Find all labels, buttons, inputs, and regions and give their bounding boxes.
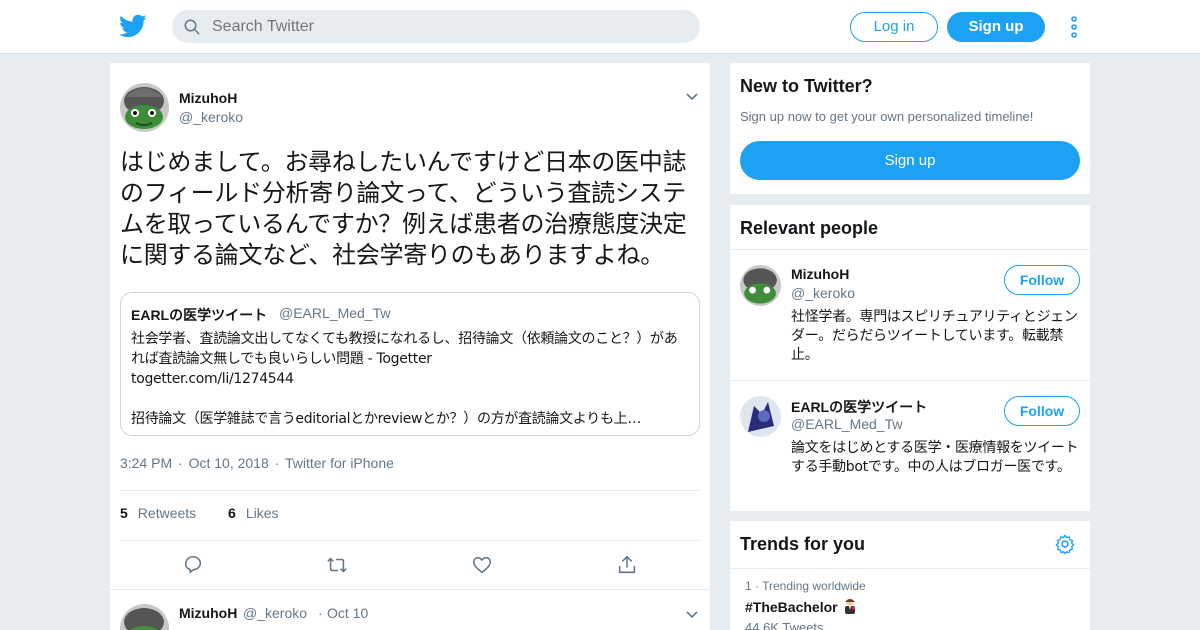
top-navigation-bar: Log in Sign up [0,0,1200,54]
follow-button[interactable]: Follow [1004,396,1080,426]
reply-tweet[interactable]: MizuhoH @_keroko · Oct 10 [110,590,710,630]
permalink-tweet: MizuhoH @_keroko はじめまして。お尋ねしたいんですけど日本の医中… [110,63,710,589]
retweets-count: 5 [120,505,128,521]
module-title: Relevant people [740,218,879,238]
reply-author-name[interactable]: MizuhoH [179,605,237,621]
reply-author-handle[interactable]: @_keroko [243,605,307,621]
module-title: New to Twitter? [740,76,873,96]
person-bio: 社怪学者。専門はスピリチュアリティとジェンダー。だらだらツイートしています。転載… [791,309,1078,363]
meta-separator: · [178,455,183,471]
tweet-metadata: 3:24 PM · Oct 10, 2018 · Twitter for iPh… [120,455,396,471]
login-button[interactable]: Log in [850,12,938,42]
tweet-stats: 5 Retweets 6 Likes [120,505,307,521]
search-bar[interactable] [172,10,700,43]
likes-label: Likes [245,505,279,521]
person-name[interactable]: EARLの医学ツイート [791,397,927,417]
chevron-down-icon[interactable] [685,610,699,620]
reply-icon[interactable] [182,554,204,576]
trend-tweet-count: 44.6K Tweets [745,620,824,630]
author-handle[interactable]: @_keroko [179,109,243,125]
search-icon [184,19,200,35]
trend-rank: 1 · Trending worldwide [745,579,866,593]
signup-module: New to Twitter? Sign up now to get your … [730,63,1090,194]
tweet-source: Twitter for iPhone [284,455,394,471]
signup-button[interactable]: Sign up [740,141,1080,180]
quoted-tweet[interactable]: EARLの医学ツイート @EARL_Med_Tw 社会学者、査読論文出してなくて… [120,292,700,436]
avatar[interactable] [740,265,781,306]
likes-count: 6 [228,505,236,521]
twitter-bird-logo-icon[interactable] [119,12,147,40]
module-title: Trends for you [740,534,866,554]
avatar[interactable] [120,83,169,132]
retweet-icon[interactable] [326,554,348,576]
share-icon[interactable] [616,554,638,576]
person-name[interactable]: MizuhoH [791,266,849,282]
divider [730,249,1090,250]
quoted-author-handle: @EARL_Med_Tw [279,305,391,321]
likes-stat[interactable]: 6 Likes [228,505,278,521]
search-input[interactable] [212,10,682,43]
bachelor-rose-emoji-icon [845,598,856,614]
like-heart-icon[interactable] [471,554,493,576]
quoted-tweet-text: 社会学者、査読論文出してなくても教授になれるし、招待論文（依頼論文のこと？）があ… [131,331,678,427]
follow-button[interactable]: Follow [1004,265,1080,295]
trend-name[interactable]: #TheBachelor [745,599,838,615]
gear-icon[interactable] [1054,533,1076,555]
tweet-time: 3:24 PM [120,455,173,471]
chevron-down-icon[interactable] [685,92,699,102]
meta-separator: · [274,455,280,471]
quoted-author-name: EARLの医学ツイート [131,307,268,323]
module-subtitle: Sign up now to get your own personalized… [740,109,1034,124]
divider [730,380,1090,381]
retweets-stat[interactable]: 5 Retweets [120,505,196,521]
person-handle[interactable]: @_keroko [791,285,855,301]
signup-button[interactable]: Sign up [947,12,1045,42]
avatar[interactable] [740,396,781,437]
person-bio: 論文をはじめとする医学・医療情報をツイートする手動botです。中の人はブロガー医… [791,440,1079,475]
meta-separator: · [318,605,323,621]
divider [730,568,1090,569]
avatar[interactable] [120,604,169,630]
trends-module: Trends for you 1 · Trending worldwide #T… [730,521,1090,630]
divider [120,540,700,541]
reply-date[interactable]: Oct 10 [327,605,368,621]
divider [120,490,700,491]
author-name[interactable]: MizuhoH [179,90,237,106]
person-handle[interactable]: @EARL_Med_Tw [791,416,902,432]
more-options-icon[interactable] [1068,15,1080,39]
relevant-people-module: Relevant people MizuhoH @_keroko Follow … [730,205,1090,511]
retweets-label: Retweets [137,505,197,521]
tweet-date[interactable]: Oct 10, 2018 [189,455,269,471]
tweet-text: はじめまして。お尋ねしたいんですけど日本の医中誌のフィールド分析寄り論文って、ど… [120,148,687,269]
